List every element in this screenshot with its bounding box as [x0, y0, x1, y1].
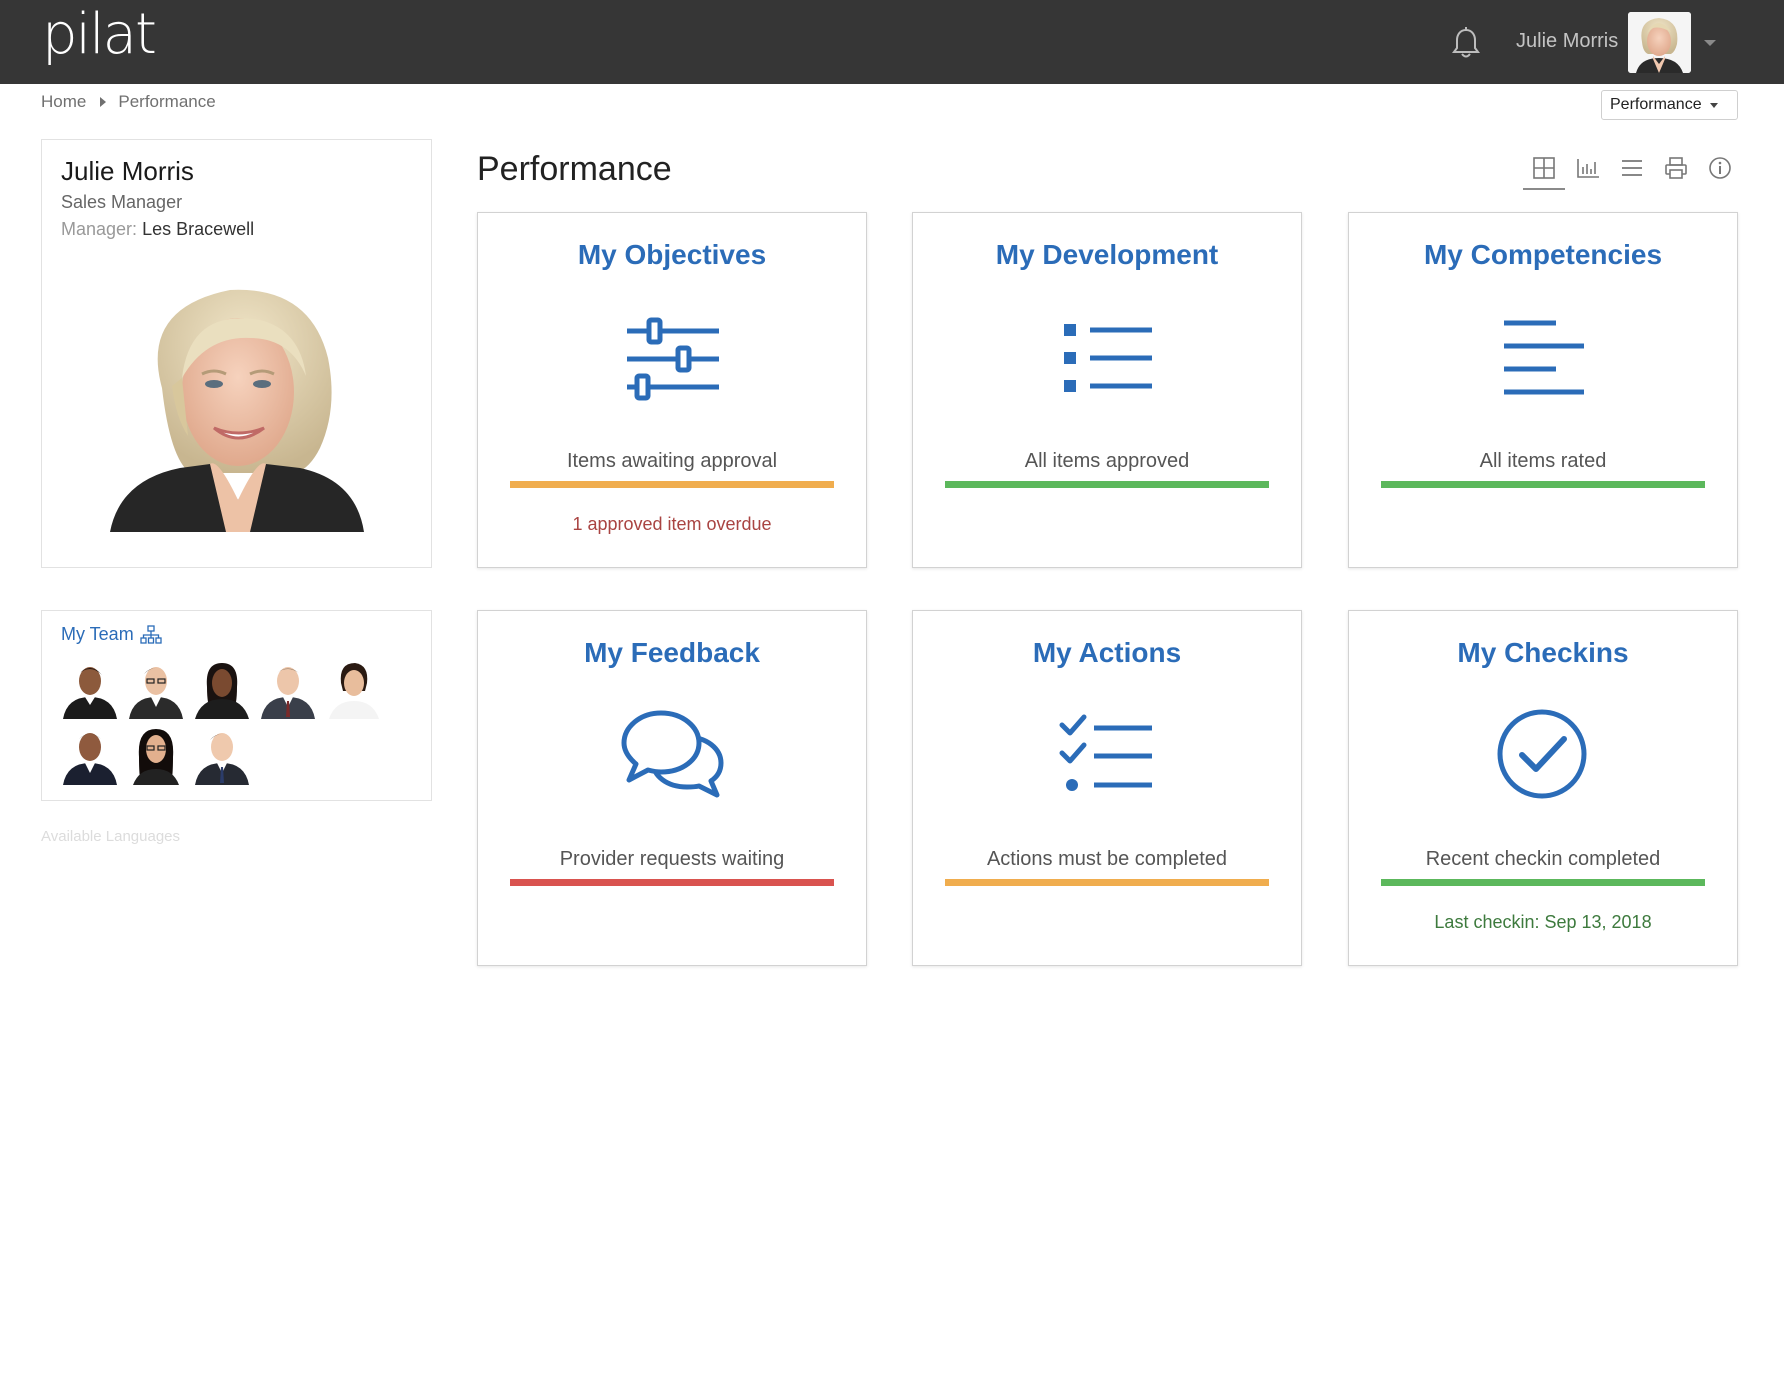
tile-status-bar	[945, 481, 1269, 488]
module-select-value: Performance	[1610, 96, 1702, 113]
chat-bubbles-icon	[621, 710, 724, 798]
tile-status-bar	[510, 481, 834, 488]
chart-view-button[interactable]	[1566, 156, 1610, 190]
module-select-dropdown[interactable]: Performance	[1601, 90, 1738, 120]
breadcrumb-separator-icon	[100, 97, 107, 107]
team-member-avatar[interactable]	[325, 661, 383, 719]
tile-status: All items rated	[1479, 450, 1607, 472]
profile-manager: Manager: Les Bracewell	[61, 219, 254, 240]
tile-status-bar	[945, 879, 1269, 886]
tile-title: My Competencies	[1423, 239, 1663, 270]
team-member-avatar[interactable]	[127, 727, 185, 785]
bulleted-list-icon	[1064, 324, 1152, 392]
tile-status-bar	[1381, 879, 1705, 886]
my-team-card: My Team	[41, 610, 432, 801]
view-toolbar	[1522, 156, 1742, 190]
check-circle-icon	[1497, 709, 1587, 799]
tile-status-bar	[510, 879, 834, 886]
sliders-icon	[627, 317, 719, 401]
tile-title: My Development	[995, 239, 1219, 270]
tile-status: Actions must be completed	[986, 848, 1228, 870]
bell-icon[interactable]	[1450, 26, 1482, 60]
available-languages-label[interactable]: Available Languages	[41, 828, 180, 845]
team-member-avatar[interactable]	[61, 727, 119, 785]
team-member-avatar[interactable]	[193, 727, 251, 785]
list-view-button[interactable]	[1610, 156, 1654, 190]
team-member-avatar[interactable]	[193, 661, 251, 719]
profile-card: Julie Morris Sales Manager Manager: Les …	[41, 139, 432, 568]
org-chart-icon	[140, 624, 162, 644]
tile-title: My Actions	[1032, 637, 1182, 668]
header-user-name[interactable]: Julie Morris	[1516, 30, 1618, 53]
manager-label: Manager:	[61, 219, 138, 239]
breadcrumb: Home Performance	[41, 92, 216, 112]
info-button[interactable]	[1698, 156, 1742, 190]
print-icon	[1665, 157, 1687, 179]
tile-title: My Objectives	[577, 239, 767, 270]
tile-my-objectives[interactable]: My Objectives Items awaiting approval 1 …	[477, 212, 867, 568]
chart-view-icon	[1577, 159, 1599, 178]
user-menu-caret-icon[interactable]	[1704, 40, 1716, 46]
tile-my-actions[interactable]: My Actions Actions must be completed	[912, 610, 1302, 966]
my-team-label: My Team	[61, 624, 134, 644]
team-member-avatar[interactable]	[259, 661, 317, 719]
tile-title: My Feedback	[584, 637, 760, 668]
top-navbar: pilat Julie Morris	[0, 0, 1784, 84]
header-avatar[interactable]	[1628, 12, 1691, 73]
breadcrumb-current: Performance	[118, 92, 216, 111]
team-member-avatar[interactable]	[61, 661, 119, 719]
tile-my-development[interactable]: My Development All items approved	[912, 212, 1302, 568]
manager-name[interactable]: Les Bracewell	[142, 219, 254, 239]
checklist-icon	[1059, 714, 1152, 791]
profile-photo	[110, 289, 364, 532]
tile-title: My Checkins	[1457, 637, 1629, 668]
tile-my-competencies[interactable]: My Competencies All items rated	[1348, 212, 1738, 568]
grid-view-button[interactable]	[1522, 156, 1566, 190]
tile-status: Recent checkin completed	[1425, 848, 1661, 870]
profile-role: Sales Manager	[61, 192, 183, 212]
profile-name: Julie Morris	[61, 156, 194, 186]
breadcrumb-home[interactable]: Home	[41, 92, 86, 112]
tile-my-checkins[interactable]: My Checkins Recent checkin completed Las…	[1348, 610, 1738, 966]
team-member-avatar[interactable]	[127, 661, 185, 719]
text-lines-icon	[1504, 320, 1584, 395]
info-icon	[1709, 157, 1731, 179]
grid-view-icon	[1533, 157, 1555, 179]
print-button[interactable]	[1654, 156, 1698, 190]
tile-subtext: 1 approved item overdue	[572, 514, 772, 534]
page-title: Performance	[477, 150, 672, 188]
chevron-down-icon	[1709, 102, 1718, 108]
tile-my-feedback[interactable]: My Feedback Provider requests waiting	[477, 610, 867, 966]
tile-status: All items approved	[1024, 450, 1190, 472]
list-view-icon	[1622, 160, 1642, 176]
tile-status: Items awaiting approval	[566, 450, 778, 472]
my-team-link[interactable]: My Team	[61, 624, 162, 645]
tile-status-bar	[1381, 481, 1705, 488]
tile-subtext: Last checkin: Sep 13, 2018	[1434, 912, 1652, 932]
pilat-logo[interactable]: pilat	[42, 2, 157, 67]
tile-status: Provider requests waiting	[559, 848, 785, 870]
